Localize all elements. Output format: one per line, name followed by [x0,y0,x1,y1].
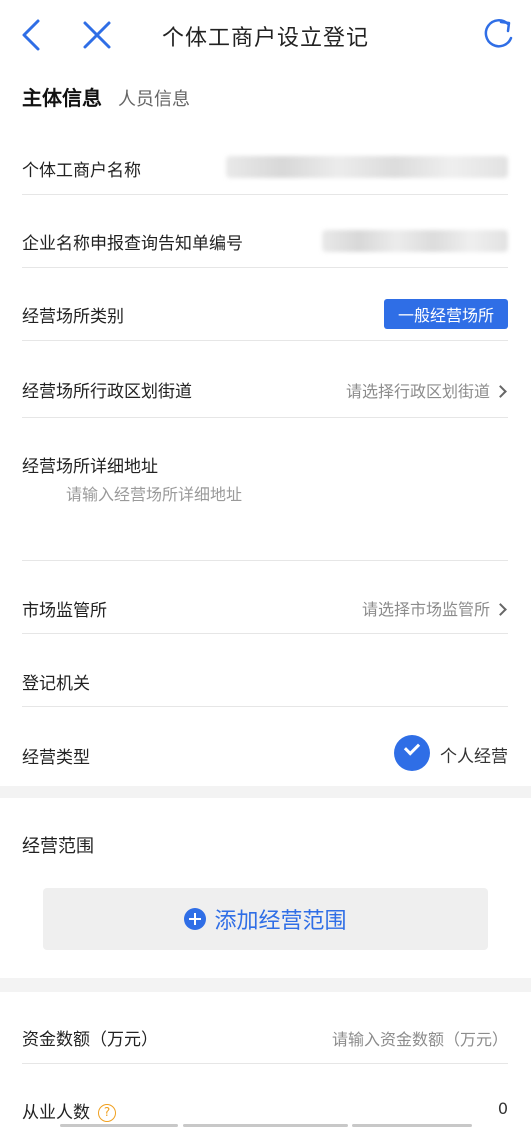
registration-page: 个体工商户设立登记 主体信息 人员信息 个体工商户名称 企业名称申报查询告知单编… [0,0,531,1129]
check-icon[interactable] [394,735,430,771]
market-supervision-placeholder: 请选择市场监管所 [361,600,490,619]
business-name-value-blurred[interactable] [226,156,508,178]
help-icon[interactable]: ? [98,1104,116,1122]
registration-authority-label: 登记机关 [22,674,90,694]
market-supervision-label: 市场监管所 [22,601,107,621]
navbar: 个体工商户设立登记 [0,0,531,70]
operation-type-value[interactable]: 个人经营 [440,742,508,767]
notice-number-label: 企业名称申报查询告知单编号 [22,234,243,254]
section-divider [0,978,531,992]
capital-row[interactable]: 资金数额（万元） 请输入资金数额（万元） [22,1008,508,1064]
tab-personnel-info[interactable]: 人员信息 [118,85,190,111]
bottom-indicator-segment [352,1124,472,1127]
add-scope-button[interactable]: 添加经营范围 [43,888,488,950]
section-divider [0,786,531,798]
tab-bar: 主体信息 人员信息 [22,82,190,112]
market-supervision-row[interactable]: 市场监管所 请选择市场监管所 [22,580,508,634]
operation-type-label: 经营类型 [22,748,90,768]
chevron-right-icon [494,603,507,616]
district-placeholder: 请选择行政区划街道 [345,382,490,401]
employees-value[interactable]: 0 [498,1099,508,1118]
premises-type-tag[interactable]: 一般经营场所 [383,299,508,329]
employees-label: 从业人数 [22,1103,90,1123]
bottom-indicator-segment [60,1124,178,1127]
address-label: 经营场所详细地址 [22,457,158,477]
page-title: 个体工商户设立登记 [161,26,369,51]
employees-label-wrap: 从业人数? [22,1098,116,1123]
add-scope-label: 添加经营范围 [214,909,347,934]
operation-type-row: 经营类型 个人经营 [22,726,508,786]
notice-number-value-blurred[interactable] [322,230,508,252]
business-name-label: 个体工商户名称 [22,161,141,181]
refresh-icon[interactable] [481,16,515,52]
plus-circle-icon [184,908,207,930]
bottom-indicator-segment [183,1124,348,1127]
district-select[interactable]: 请选择行政区划街道 [346,378,508,402]
chevron-right-icon [494,385,507,398]
address-input[interactable]: 请输入经营场所详细地址 [66,481,242,505]
district-label: 经营场所行政区划街道 [22,382,192,402]
employees-row[interactable]: 从业人数? 0 [22,1082,508,1126]
capital-input[interactable]: 请输入资金数额（万元） [332,1026,508,1050]
address-row[interactable]: 经营场所详细地址 请输入经营场所详细地址 [22,438,508,561]
market-supervision-select[interactable]: 请选择市场监管所 [362,596,508,620]
capital-label: 资金数额（万元） [22,1030,158,1050]
premises-type-label: 经营场所类别 [22,307,124,327]
premises-type-row: 经营场所类别 一般经营场所 [22,285,508,341]
district-row[interactable]: 经营场所行政区划街道 请选择行政区划街道 [22,360,508,418]
business-name-row[interactable]: 个体工商户名称 [22,140,508,195]
registration-authority-row: 登记机关 [22,653,508,707]
scope-title: 经营范围 [22,836,94,857]
notice-number-row[interactable]: 企业名称申报查询告知单编号 [22,213,508,268]
tab-subject-info[interactable]: 主体信息 [22,82,102,111]
